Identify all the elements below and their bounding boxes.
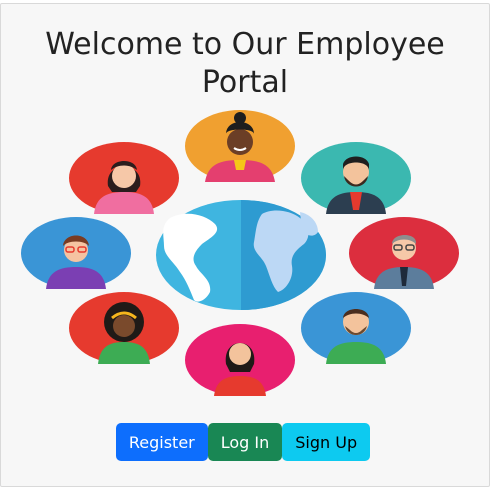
register-button[interactable]: Register [115, 423, 208, 461]
globe-icon [156, 200, 326, 310]
employee-avatar-icon [21, 217, 131, 289]
employee-avatar-icon [185, 324, 295, 396]
signup-button[interactable]: Sign Up [282, 423, 371, 461]
employee-avatar-icon [349, 217, 459, 289]
employee-avatar-icon [301, 142, 411, 214]
login-button[interactable]: Log In [207, 423, 283, 461]
employee-avatar-icon [301, 292, 411, 364]
auth-button-group: Register Log In Sign Up [0, 423, 490, 461]
employee-avatar-icon [185, 110, 295, 182]
globe-with-employees-icon [21, 110, 459, 396]
employee-illustration [0, 100, 490, 410]
employee-avatar-icon [69, 292, 179, 364]
page-title: Welcome to Our Employee Portal [45, 27, 445, 100]
employee-avatar-icon [69, 142, 179, 214]
